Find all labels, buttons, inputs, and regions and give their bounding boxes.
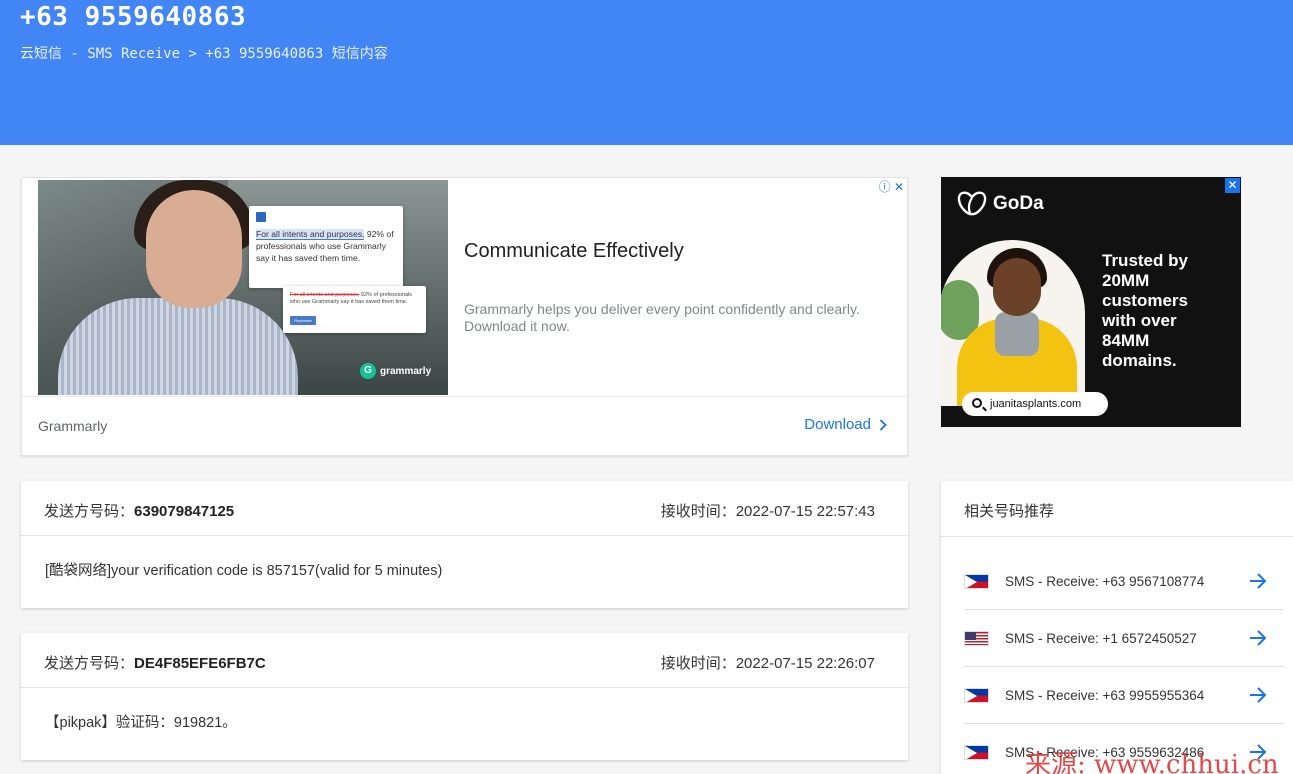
ad-doc-card: For all intents and purposes, 92% of pro…	[249, 206, 403, 288]
ad-doc-strike: For all intents and purposes,	[290, 292, 360, 298]
godaddy-logo: GoDa	[957, 191, 1044, 217]
ad-doc-highlight: For all intents and purposes,	[256, 229, 365, 240]
arrow-right-icon	[1250, 573, 1267, 589]
sms-message: 发送方号码：DE4F85EFE6FB7C 接收时间：2022-07-15 22:…	[21, 633, 908, 760]
ad-photo-scarf	[995, 312, 1039, 356]
ad-domain-text: juanitasplants.com	[990, 398, 1082, 410]
grammarly-logo-icon: G	[360, 363, 376, 379]
sms-message: 发送方号码：639079847125 接收时间：2022-07-15 22:57…	[21, 481, 908, 608]
sms-sender-number: 639079847125	[134, 503, 235, 520]
ad-description[interactable]: Grammarly helps you deliver every point …	[464, 301, 894, 335]
ad-image-shirt	[58, 298, 298, 395]
related-item-label: SMS - Receive: +1 6572450527	[1005, 630, 1197, 646]
related-item[interactable]: SMS - Receive: +1 6572450527	[964, 610, 1284, 667]
watermark: 来源: www.chhui.cn	[1025, 750, 1279, 774]
sms-time-value: 2022-07-15 22:26:07	[735, 655, 875, 672]
ad-domain-search[interactable]: juanitasplants.com	[962, 392, 1108, 416]
sms-message-header: 发送方号码：DE4F85EFE6FB7C 接收时间：2022-07-15 22:…	[21, 633, 908, 688]
related-title: 相关号码推荐	[964, 503, 1055, 520]
adchoices-icon[interactable]: ⓘ ✕	[879, 178, 904, 195]
ad-doc-suggestion: For all intents and purposes, 92% of pro…	[283, 286, 426, 333]
philippines-flag-icon	[964, 744, 989, 760]
chevron-right-icon	[879, 418, 887, 431]
page-title: +63 9559640863	[20, 2, 247, 32]
sms-content: [酷袋网络]your verification code is 857157(v…	[45, 563, 443, 579]
sms-time: 接收时间：2022-07-15 22:26:07	[660, 655, 875, 672]
usa-flag-icon	[964, 630, 989, 646]
philippines-flag-icon	[964, 687, 989, 703]
ad-download-label: Download	[804, 416, 871, 433]
sms-time-value: 2022-07-15 22:57:43	[735, 503, 875, 520]
ad-download-button[interactable]: Download	[804, 416, 887, 433]
grammarly-badge: G grammarly	[360, 363, 431, 379]
sms-sender: 发送方号码：639079847125	[44, 503, 235, 520]
ad-divider	[22, 396, 907, 397]
arrow-right-icon	[1250, 687, 1267, 703]
sms-sender-number: DE4F85EFE6FB7C	[134, 655, 266, 672]
sms-sender: 发送方号码：DE4F85EFE6FB7C	[44, 655, 266, 672]
related-item-label: SMS - Receive: +63 9567108774	[1005, 573, 1205, 589]
sms-time: 接收时间：2022-07-15 22:57:43	[660, 503, 875, 520]
related-item[interactable]: SMS - Receive: +63 9567108774	[964, 553, 1284, 610]
ad-advertiser[interactable]: Grammarly	[38, 418, 107, 434]
ad-image[interactable]: For all intents and purposes, 92% of pro…	[38, 180, 448, 395]
related-item[interactable]: SMS - Receive: +63 9955955364	[964, 667, 1284, 724]
breadcrumb[interactable]: 云短信 - SMS Receive > +63 9559640863 短信内容	[20, 43, 388, 63]
godaddy-logo-icon	[957, 191, 987, 216]
godaddy-ad[interactable]: ✕ GoDa Trusted by 20MM customers with ov…	[941, 177, 1241, 427]
ad-image-face	[146, 190, 242, 308]
arrow-right-icon	[1250, 630, 1267, 646]
sms-content: 【pikpak】验证码：919821。	[45, 715, 237, 731]
grammarly-badge-text: grammarly	[380, 365, 432, 377]
related-divider	[941, 536, 1293, 537]
ad-close-icon[interactable]: ✕	[1225, 178, 1240, 193]
word-icon	[256, 212, 266, 222]
philippines-flag-icon	[964, 573, 989, 589]
godaddy-logo-text: GoDa	[993, 193, 1044, 214]
related-numbers-panel: 相关号码推荐 SMS - Receive: +63 9567108774 SMS…	[941, 481, 1293, 774]
ad-photo-face	[993, 258, 1041, 316]
ad-headline[interactable]: Communicate Effectively	[464, 240, 684, 263]
grammarly-ad[interactable]: For all intents and purposes, 92% of pro…	[21, 177, 908, 456]
ad-photo	[941, 240, 1085, 406]
sms-message-header: 发送方号码：639079847125 接收时间：2022-07-15 22:57…	[21, 481, 908, 536]
ad-doc-rephrase: Rephrase	[290, 316, 316, 325]
related-item-label: SMS - Receive: +63 9955955364	[1005, 687, 1205, 703]
ad-tagline: Trusted by 20MM customers with over 84MM…	[1102, 251, 1188, 370]
search-icon	[972, 398, 982, 408]
page-header: +63 9559640863 云短信 - SMS Receive > +63 9…	[0, 0, 1293, 145]
